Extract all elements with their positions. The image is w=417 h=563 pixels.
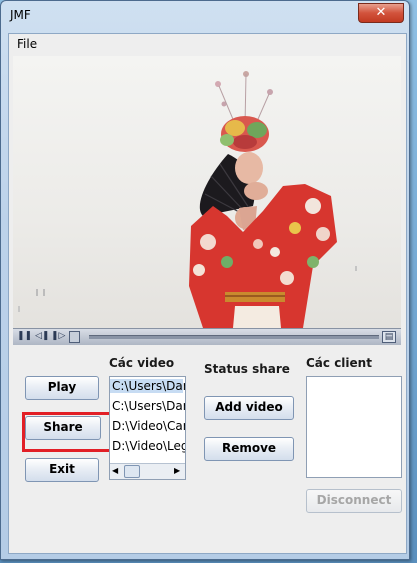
- volume-icon[interactable]: ▤: [382, 331, 396, 343]
- play-button[interactable]: Play: [25, 376, 99, 400]
- videos-label: Các video: [109, 356, 175, 370]
- list-item[interactable]: C:\Users\Dan: [110, 379, 185, 393]
- menu-file[interactable]: File: [17, 37, 37, 51]
- add-video-button[interactable]: Add video: [204, 396, 294, 420]
- step-forward-icon[interactable]: ❚▷: [51, 331, 65, 342]
- scroll-right-icon[interactable]: ▶: [174, 466, 180, 475]
- video-frame-image: [18, 71, 357, 328]
- disconnect-button[interactable]: Disconnect: [306, 489, 402, 513]
- menu-bar: File: [9, 34, 406, 54]
- progress-bar[interactable]: [89, 335, 379, 339]
- client-list[interactable]: [306, 376, 402, 478]
- close-button[interactable]: ✕: [358, 3, 404, 23]
- window-content: File ❚❚ ◁❚ ❚▷ ▤ Play Share Exit Các vide…: [8, 33, 407, 554]
- horizontal-scrollbar[interactable]: ◀ ▶: [110, 463, 185, 479]
- scroll-thumb[interactable]: [124, 465, 140, 478]
- pause-icon[interactable]: ❚❚: [17, 331, 32, 342]
- video-list[interactable]: C:\Users\Dan C:\Users\Dan D:\Video\Cant …: [109, 376, 186, 480]
- remove-button[interactable]: Remove: [204, 437, 294, 461]
- share-button[interactable]: Share: [25, 416, 101, 440]
- title-bar[interactable]: JMF ✕: [1, 1, 409, 31]
- window-title: JMF: [10, 8, 31, 22]
- step-back-icon[interactable]: ◁❚: [35, 331, 49, 342]
- scroll-left-icon[interactable]: ◀: [112, 466, 118, 475]
- list-item[interactable]: D:\Video\Cant: [112, 419, 185, 433]
- clients-label: Các client: [306, 356, 372, 370]
- list-item[interactable]: D:\Video\Lege: [112, 439, 185, 453]
- exit-button[interactable]: Exit: [25, 458, 99, 482]
- player-control-bar: ❚❚ ◁❚ ❚▷ ▤: [13, 328, 401, 345]
- list-item[interactable]: C:\Users\Dan: [112, 399, 185, 413]
- video-display: [13, 56, 401, 328]
- status-share-label: Status share: [204, 362, 290, 376]
- close-icon: ✕: [375, 5, 387, 20]
- progress-thumb[interactable]: [69, 331, 80, 343]
- hair-ornament: [215, 71, 273, 152]
- jmf-window: JMF ✕ File ❚❚ ◁❚ ❚▷ ▤ Play Share Exit Cá…: [0, 0, 410, 560]
